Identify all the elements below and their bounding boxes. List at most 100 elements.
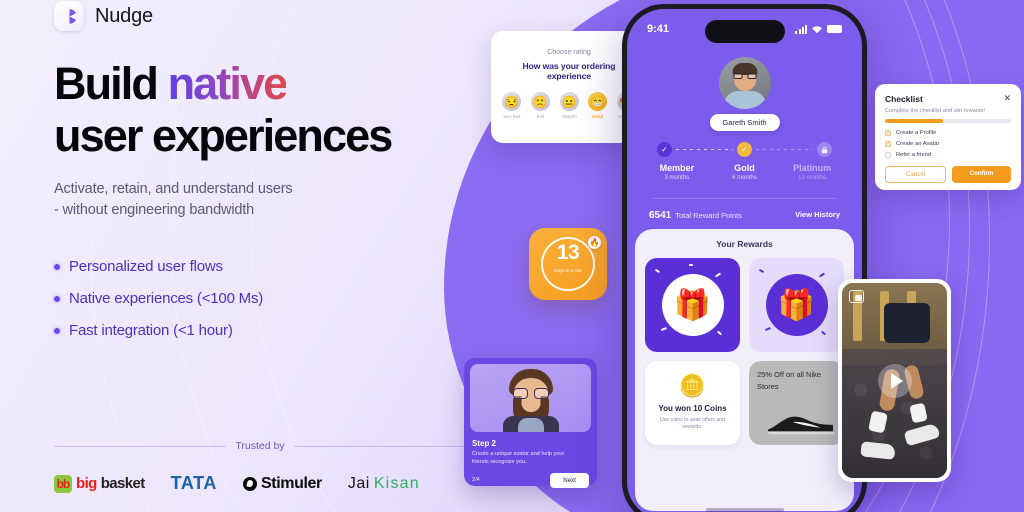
coins-reward-card[interactable]: 🪙 You won 10 Coins Use coins to avail of… bbox=[645, 361, 740, 445]
tier-platinum: Platinum 12 months bbox=[778, 163, 846, 181]
tier-node-member: ✓ bbox=[657, 142, 672, 157]
divider-left bbox=[54, 445, 227, 447]
tier-duration: 12 months bbox=[798, 175, 827, 181]
marketing-hero-screenshot: Nudge Build native user experiences Acti… bbox=[0, 0, 1024, 512]
rating-option-label: Okayish bbox=[561, 114, 577, 119]
rating-option-very-bad[interactable]: 😒 Very Bad bbox=[500, 92, 524, 119]
rewards-sheet: Your Rewards 🎁 🎁 🪙 You won 10 Coins Use … bbox=[635, 229, 854, 511]
phone-mockup: 9:41 Gareth Smith ✓ ✓ Member 3 months Go… bbox=[622, 4, 867, 512]
lens-right bbox=[533, 388, 549, 399]
onboarding-step-card: Step 2 Create a unique avatar and help y… bbox=[464, 358, 597, 488]
avatar-illustration bbox=[470, 364, 591, 432]
illustration-glasses-icon bbox=[512, 388, 549, 399]
bigbasket-mark-icon: bb bbox=[54, 474, 72, 493]
emoji-good-icon: 😁 bbox=[588, 92, 608, 111]
flame-icon: 🔥 bbox=[588, 236, 601, 249]
trusted-by-header: Trusted by bbox=[54, 440, 466, 452]
crescent-logo-icon bbox=[54, 1, 84, 31]
headline-part-1: Build bbox=[54, 58, 168, 109]
checklist-items: ✓ Create a Profile ✓ Create an Avatar Re… bbox=[885, 130, 1011, 158]
bigbasket-word-1: big bbox=[76, 475, 97, 492]
nike-offer-card[interactable]: 25% Off on all Nike Stores bbox=[748, 361, 844, 445]
checklist-item-label: Create a Profile bbox=[896, 130, 937, 136]
tata-wordmark: TATA bbox=[170, 473, 218, 493]
checkbox-unchecked-icon[interactable] bbox=[885, 152, 891, 158]
status-indicators bbox=[795, 24, 842, 34]
checklist-item-avatar[interactable]: ✓ Create an Avatar bbox=[885, 141, 1011, 147]
play-icon[interactable] bbox=[877, 363, 912, 398]
points-value: 6541 bbox=[649, 210, 672, 221]
rating-eyebrow: Choose rating bbox=[547, 49, 591, 56]
headline-gradient-word: native bbox=[167, 58, 289, 109]
emoji-okayish-icon: 😐 bbox=[559, 92, 579, 111]
tier-labels: Member 3 months Gold 6 months Platinum 1… bbox=[643, 163, 846, 181]
progress-bar bbox=[885, 119, 1011, 123]
rewards-sheet-title: Your Rewards bbox=[716, 239, 773, 249]
rating-option-label: Very Bad bbox=[503, 114, 521, 119]
checklist-item-label: Refer a friend bbox=[896, 152, 932, 158]
checkbox-checked-icon[interactable]: ✓ bbox=[885, 141, 891, 147]
phone-screen: 9:41 Gareth Smith ✓ ✓ Member 3 months Go… bbox=[627, 9, 862, 512]
page-title: Build native user experiences bbox=[54, 61, 484, 158]
brand-name: Nudge bbox=[95, 4, 153, 27]
tier-track: ✓ ✓ bbox=[643, 142, 846, 157]
checklist-title: Checklist bbox=[885, 93, 923, 104]
tier-gold: Gold 6 months bbox=[711, 163, 779, 181]
checklist-subtitle: Complete the checklist and win rewards! bbox=[885, 108, 986, 114]
tier-member: Member 3 months bbox=[643, 163, 711, 181]
tier-name: Platinum bbox=[793, 163, 832, 173]
onboarding-footer: 2/4 Next bbox=[470, 472, 591, 488]
avatar-glasses-icon bbox=[733, 73, 756, 79]
rating-option-okayish[interactable]: 😐 Okayish bbox=[557, 92, 581, 119]
avatar bbox=[718, 57, 771, 109]
next-button[interactable]: Next bbox=[550, 472, 589, 488]
bullet-dot-icon bbox=[54, 327, 60, 334]
trusted-by-section: Trusted by bb big basket TATA Stimuler Ja… bbox=[54, 440, 466, 494]
bullet-label: Fast integration (<1 hour) bbox=[69, 322, 233, 340]
checklist-item-refer[interactable]: Refer a friend bbox=[885, 152, 1011, 158]
reward-tile-active[interactable]: 🎁 bbox=[645, 258, 740, 352]
streak-countdown-card[interactable]: 13 Days in a row 🔥 bbox=[529, 228, 607, 300]
cancel-button[interactable]: Cancel bbox=[885, 166, 946, 183]
logo-bigbasket: bb big basket bbox=[54, 474, 146, 493]
gift-icon: 🎁 bbox=[661, 274, 724, 336]
picture-in-picture-icon[interactable] bbox=[849, 290, 864, 303]
stimuler-wordmark: Stimuler bbox=[261, 474, 322, 492]
brand-logo[interactable]: Nudge bbox=[54, 0, 484, 31]
checkbox-checked-icon[interactable]: ✓ bbox=[885, 130, 891, 136]
user-name-pill: Gareth Smith bbox=[709, 114, 780, 131]
streak-caption: Days in a row bbox=[554, 268, 582, 273]
home-indicator bbox=[705, 508, 784, 512]
battery-icon bbox=[827, 25, 842, 33]
partner-logo-row: bb big basket TATA Stimuler Jai Kisan bbox=[54, 473, 466, 494]
points-group: 6541 Total Reward Points bbox=[649, 205, 742, 223]
checklist-item-profile[interactable]: ✓ Create a Profile bbox=[885, 130, 1011, 136]
lens-right bbox=[747, 73, 756, 79]
video-story-card[interactable] bbox=[838, 279, 951, 482]
bigbasket-word-2: basket bbox=[100, 475, 146, 492]
points-label: Total Reward Points bbox=[675, 211, 742, 220]
lens-left bbox=[733, 73, 742, 79]
status-time: 9:41 bbox=[647, 23, 670, 35]
rating-option-good[interactable]: 😁 Good bbox=[586, 92, 610, 119]
left-content-column: Nudge Build native user experiences Acti… bbox=[54, 0, 484, 512]
view-history-link[interactable]: View History bbox=[795, 210, 840, 219]
close-icon[interactable]: ✕ bbox=[1003, 93, 1011, 104]
headline-line-2: user experiences bbox=[54, 110, 393, 161]
gift-icon: 🎁 bbox=[765, 274, 828, 336]
checklist-card: Checklist ✕ Complete the checklist and w… bbox=[875, 84, 1021, 190]
rating-option-bad[interactable]: 🙁 Bad bbox=[529, 92, 553, 119]
logo-tata: TATA bbox=[171, 473, 217, 494]
stimuler-mark-icon bbox=[243, 476, 258, 491]
tier-duration: 6 months bbox=[732, 175, 757, 181]
tier-node-gold: ✓ bbox=[737, 142, 752, 157]
logo-jai-kisan: Jai Kisan bbox=[348, 475, 420, 493]
bullet-dot-icon bbox=[54, 295, 60, 302]
rating-options: 😒 Very Bad 🙁 Bad 😐 Okayish 😁 Good 😍 Amaz… bbox=[500, 92, 638, 119]
confirm-button[interactable]: Confirm bbox=[952, 166, 1011, 183]
jaikisan-word-1: Jai bbox=[347, 474, 370, 492]
trusted-by-label: Trusted by bbox=[235, 440, 285, 452]
feature-bullet-list: Personalized user flows Native experienc… bbox=[54, 258, 484, 339]
reward-tile-locked[interactable]: 🎁 bbox=[749, 258, 844, 352]
sneaker-illustration bbox=[768, 416, 835, 435]
